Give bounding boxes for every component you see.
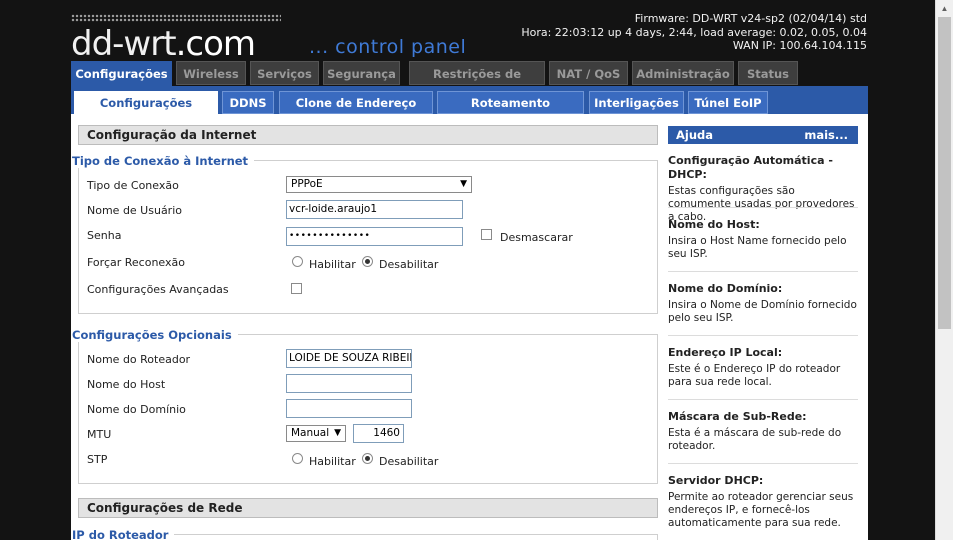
vertical-scrollbar[interactable]: ▲ <box>935 0 953 540</box>
reconnect-enable-label: Habilitar <box>309 258 356 271</box>
subtab-roteamento-avancado[interactable]: Roteamento Avançado <box>437 91 584 133</box>
password-input[interactable]: •••••••••••••• <box>286 227 463 246</box>
help-item-title: Configuração Automática - DHCP: <box>668 154 833 181</box>
connection-type-legend: Tipo de Conexão à Internet <box>72 154 255 168</box>
subtab-clone-mac[interactable]: Clone de Endereço MAC <box>279 91 433 133</box>
tab-administracao[interactable]: Administração <box>632 61 734 85</box>
subtab-ddns[interactable]: DDNS <box>222 91 274 114</box>
help-item-subnet-mask: Máscara de Sub-Rede: Esta é a máscara de… <box>668 410 858 453</box>
help-item-title: Nome do Domínio: <box>668 282 783 295</box>
chevron-down-icon: ▼ <box>460 179 467 189</box>
scroll-up-arrow-icon[interactable]: ▲ <box>936 0 953 17</box>
subtab-interligacoes[interactable]: Interligações <box>589 91 684 114</box>
help-item-text: Permite ao roteador gerenciar seus ender… <box>668 491 854 529</box>
firmware-info: Firmware: DD-WRT v24-sp2 (02/04/14) std … <box>521 12 867 53</box>
subtab-tunel-eoip[interactable]: Túnel EoIP <box>688 91 768 114</box>
subtab-configuracoes-basicas[interactable]: Configurações Básicas <box>74 91 218 133</box>
router-name-label: Nome do Roteador <box>87 353 191 366</box>
mtu-value-input[interactable]: 1460 <box>353 424 404 443</box>
domain-name-input[interactable] <box>286 399 412 418</box>
help-item-text: Esta é a máscara de sub-rede do roteador… <box>668 427 842 452</box>
tab-nat-qos[interactable]: NAT / QoS <box>549 61 628 85</box>
main-content: Configuração da Internet Tipo de Conexão… <box>71 114 868 540</box>
tab-seguranca[interactable]: Segurança <box>323 61 400 85</box>
router-name-input[interactable]: LOIDE DE SOUZA RIBEIR <box>286 349 412 368</box>
reconnect-disable-label: Desabilitar <box>379 258 439 271</box>
help-divider <box>668 271 858 272</box>
help-item-domain-name: Nome do Domínio: Insira o Nome de Domíni… <box>668 282 858 325</box>
stp-enable-radio[interactable] <box>292 453 303 464</box>
tab-configuracoes[interactable]: Configurações <box>71 61 172 88</box>
stp-disable-radio[interactable] <box>362 453 373 464</box>
help-item-host-name: Nome do Host: Insira o Host Name forneci… <box>668 218 858 261</box>
connection-type-select[interactable]: PPPoE ▼ <box>286 176 472 193</box>
help-item-title: Máscara de Sub-Rede: <box>668 410 807 423</box>
advanced-settings-checkbox[interactable] <box>291 283 302 294</box>
username-input[interactable]: vcr-loide.araujo1 <box>286 200 463 219</box>
internet-setup-title: Configuração da Internet <box>78 125 658 145</box>
tab-servicos[interactable]: Serviços <box>250 61 319 85</box>
connection-type-label: Tipo de Conexão <box>87 179 179 192</box>
stp-label: STP <box>87 453 108 466</box>
chevron-down-icon: ▼ <box>334 428 341 438</box>
help-item-dhcp-server: Servidor DHCP: Permite ao roteador geren… <box>668 474 858 530</box>
help-item-title: Endereço IP Local: <box>668 346 783 359</box>
help-item-local-ip: Endereço IP Local: Este é o Endereço IP … <box>668 346 858 389</box>
router-ip-legend: IP do Roteador <box>72 528 175 540</box>
firmware-version: Firmware: DD-WRT v24-sp2 (02/04/14) std <box>634 12 867 25</box>
scrollbar-thumb[interactable] <box>938 17 951 329</box>
tab-restricoes-de-acesso[interactable]: Restrições de Acesso <box>409 61 545 105</box>
host-name-label: Nome do Host <box>87 378 166 391</box>
help-divider <box>668 399 858 400</box>
username-label: Nome de Usuário <box>87 204 182 217</box>
help-divider <box>668 207 858 208</box>
unmask-checkbox[interactable] <box>481 229 492 240</box>
reconnect-disable-radio[interactable] <box>362 256 373 267</box>
stp-enable-label: Habilitar <box>309 455 356 468</box>
help-header: Ajuda mais... <box>668 126 858 144</box>
dd-wrt-logo[interactable]: dd-wrt.com <box>71 14 291 64</box>
control-panel-tagline: ... control panel <box>309 36 467 58</box>
page: dd-wrt.com ... control panel Firmware: D… <box>0 0 935 540</box>
help-more-link[interactable]: mais... <box>804 126 848 144</box>
uptime-info: Hora: 22:03:12 up 4 days, 2:44, load ave… <box>521 25 867 39</box>
network-setup-title: Configurações de Rede <box>78 498 658 518</box>
reconnect-enable-radio[interactable] <box>292 256 303 267</box>
force-reconnect-label: Forçar Reconexão <box>87 256 185 269</box>
sub-tabs-bar: Configurações Básicas DDNS Clone de Ende… <box>71 86 868 133</box>
mtu-label: MTU <box>87 428 112 441</box>
advanced-settings-label: Configurações Avançadas <box>87 283 229 296</box>
wan-ip: WAN IP: 100.64.104.115 <box>732 39 867 52</box>
help-title: Ajuda <box>676 128 714 142</box>
logo-text: dd-wrt.com <box>71 24 256 64</box>
help-item-text: Este é o Endereço IP do roteador para su… <box>668 363 841 388</box>
help-item-text: Insira o Nome de Domínio fornecido pelo … <box>668 299 857 324</box>
help-divider <box>668 335 858 336</box>
optional-settings-legend: Configurações Opcionais <box>72 328 238 342</box>
help-item-title: Servidor DHCP: <box>668 474 764 487</box>
host-name-input[interactable] <box>286 374 412 393</box>
help-item-title: Nome do Host: <box>668 218 760 231</box>
logo-dots-decoration <box>71 14 281 22</box>
tab-wireless[interactable]: Wireless <box>176 61 246 85</box>
help-divider <box>668 463 858 464</box>
tab-status[interactable]: Status <box>738 61 798 85</box>
unmask-label: Desmascarar <box>500 231 573 244</box>
password-label: Senha <box>87 229 122 242</box>
stp-disable-label: Desabilitar <box>379 455 439 468</box>
mtu-mode-select[interactable]: Manual ▼ <box>286 425 346 442</box>
help-item-text: Insira o Host Name fornecido pelo seu IS… <box>668 235 847 260</box>
help-item-dhcp: Configuração Automática - DHCP: Estas co… <box>668 154 858 224</box>
domain-name-label: Nome do Domínio <box>87 403 186 416</box>
